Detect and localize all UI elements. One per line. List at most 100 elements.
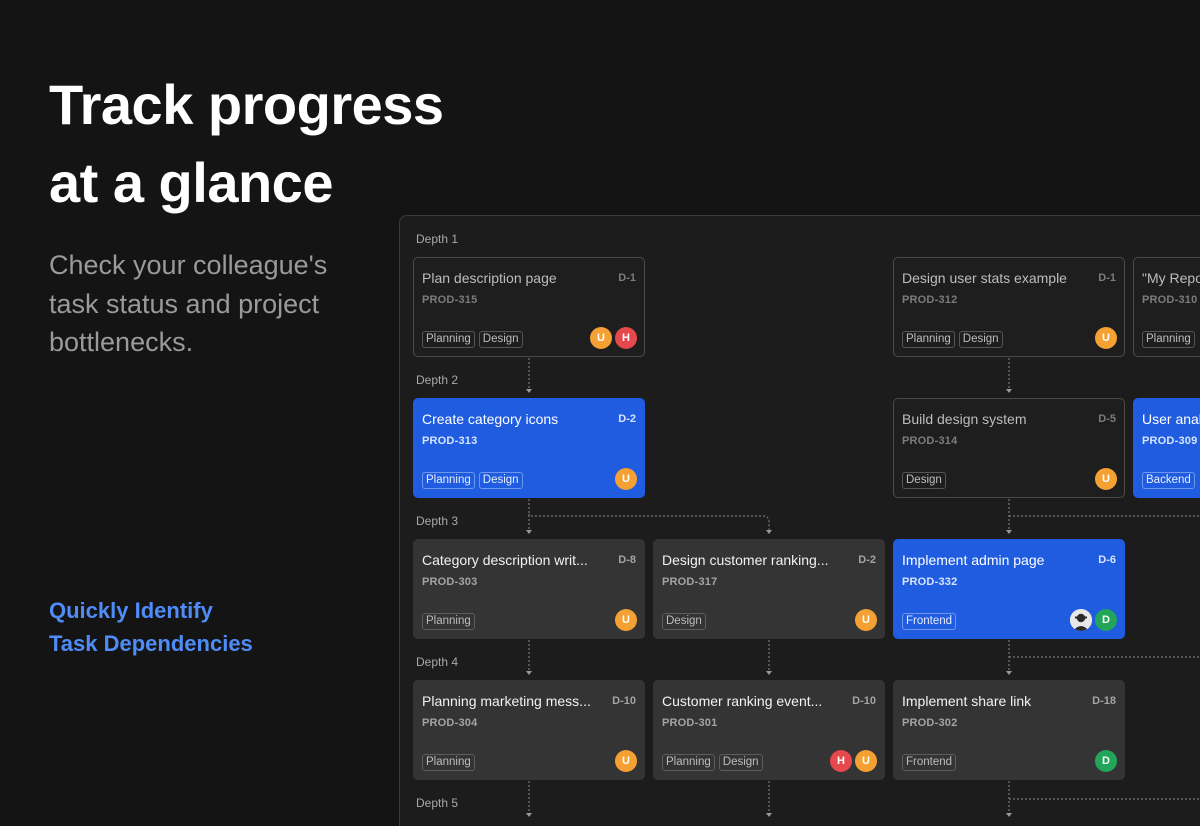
due-badge: D-5 [1098, 413, 1116, 425]
task-card[interactable]: Design user stats example D-1 PROD-312 Plan… [893, 257, 1125, 357]
avatar[interactable]: D [1095, 750, 1117, 772]
subtitle-line-2: task status and project [49, 288, 320, 319]
depth-label: Depth 3 [416, 514, 459, 528]
callout-line-1: Quickly Identify [49, 598, 213, 623]
avatar[interactable]: H [615, 327, 637, 349]
task-id: PROD-312 [902, 294, 958, 306]
task-tag[interactable]: Planning [422, 754, 475, 771]
task-tag[interactable]: Design [662, 613, 706, 630]
due-badge: D-6 [1098, 554, 1116, 566]
task-id: PROD-310 [1142, 294, 1198, 306]
due-badge: D-2 [618, 413, 636, 425]
task-id: PROD-303 [422, 576, 478, 588]
task-id: PROD-301 [662, 717, 718, 729]
due-badge: D-2 [858, 554, 876, 566]
task-card[interactable]: Create category icons D-2 PROD-313 Planning… [413, 398, 645, 498]
avatar[interactable]: H [830, 750, 852, 772]
avatar[interactable]: U [855, 609, 877, 631]
tag-list: Planning [422, 754, 475, 771]
task-tag[interactable]: Frontend [902, 613, 957, 630]
task-id: PROD-313 [422, 435, 478, 447]
due-badge: D-10 [852, 695, 876, 707]
depth-label: Depth 2 [416, 373, 459, 387]
due-badge: D-8 [618, 554, 636, 566]
task-tag[interactable]: Planning [902, 331, 955, 348]
tag-list: Frontend [902, 754, 957, 771]
avatar[interactable]: U [590, 327, 612, 349]
task-card[interactable]: User anal PROD-309 Backend [1133, 398, 1200, 498]
avatar[interactable]: D [1095, 609, 1117, 631]
subtitle-line-1: Check your colleague's [49, 250, 328, 280]
due-badge: D-18 [1092, 695, 1116, 707]
task-card[interactable]: Build design system D-5 PROD-314 Design U [893, 398, 1125, 498]
task-card[interactable]: "My Repo PROD-310 Planning [1133, 257, 1200, 357]
user-photo-icon [1070, 609, 1092, 631]
due-badge: D-1 [618, 272, 636, 284]
task-title: Design user stats example [902, 270, 1067, 286]
task-tag[interactable]: Frontend [902, 754, 957, 771]
assignee-avatars: D [1095, 750, 1117, 772]
task-tag[interactable]: Planning [1142, 331, 1195, 348]
task-title: Implement admin page [902, 552, 1045, 568]
avatar[interactable] [1070, 609, 1092, 631]
task-tag[interactable]: Planning [422, 331, 475, 348]
tag-list: Planning Design [662, 754, 763, 771]
avatar[interactable]: U [615, 750, 637, 772]
assignee-avatars: D [1070, 609, 1117, 631]
tag-list: Backend [1142, 472, 1195, 489]
avatar[interactable]: U [615, 609, 637, 631]
assignee-avatars: U [1095, 327, 1117, 349]
task-id: PROD-304 [422, 717, 478, 729]
tag-list: Design [902, 472, 946, 489]
due-badge: D-10 [612, 695, 636, 707]
avatar[interactable]: U [855, 750, 877, 772]
assignee-avatars: UH [590, 327, 637, 349]
task-card[interactable]: Customer ranking event... D-10 PROD-301 Pla… [653, 680, 885, 780]
task-id: PROD-302 [902, 717, 958, 729]
task-tag[interactable]: Design [958, 331, 1003, 348]
task-title: Implement share link [902, 693, 1032, 709]
task-title: Planning marketing mess... [422, 693, 591, 709]
task-id: PROD-332 [902, 576, 958, 588]
avatar[interactable]: U [615, 468, 637, 490]
task-tag[interactable]: Design [478, 472, 523, 489]
dependency-board: Depth 1 Depth 2 Depth 3 Depth 4 Depth 5 Plan … [399, 215, 1200, 826]
task-title: Create category icons [422, 411, 559, 427]
assignee-avatars: U [615, 468, 637, 490]
task-card[interactable]: Plan description page D-1 PROD-315 Planning… [413, 257, 645, 357]
task-title: Design customer ranking... [662, 552, 829, 568]
task-title: "My Repo [1142, 270, 1200, 286]
tag-list: Planning Design [422, 472, 523, 489]
task-card[interactable]: Category description writ... D-8 PROD-303 P… [413, 539, 645, 639]
avatar[interactable]: U [1095, 327, 1117, 349]
task-tag[interactable]: Design [718, 754, 763, 771]
task-tag[interactable]: Planning [662, 754, 715, 771]
depth-label: Depth 4 [416, 655, 459, 669]
task-card[interactable]: Planning marketing mess... D-10 PROD-304 Pl… [413, 680, 645, 780]
depth-label: Depth 1 [416, 232, 459, 246]
task-title: Build design system [902, 411, 1027, 427]
task-card[interactable]: Implement admin page D-6 PROD-332 Frontend D [893, 539, 1125, 639]
tag-list: Planning [422, 613, 475, 630]
task-card[interactable]: Design customer ranking... D-2 PROD-317 Des… [653, 539, 885, 639]
avatar[interactable]: U [1095, 468, 1117, 490]
task-tag[interactable]: Design [902, 472, 946, 489]
task-tag[interactable]: Backend [1142, 472, 1195, 489]
tag-list: Design [662, 613, 706, 630]
task-id: PROD-314 [902, 435, 958, 447]
tag-list: Planning [1142, 331, 1195, 348]
subtitle-line-3: bottlenecks. [49, 327, 194, 357]
task-tag[interactable]: Planning [422, 613, 475, 630]
tag-list: Planning Design [902, 331, 1003, 348]
task-id: PROD-309 [1142, 435, 1198, 447]
task-tag[interactable]: Planning [422, 472, 475, 489]
page-headline: Track progress at a glance [49, 66, 444, 222]
task-card[interactable]: Implement share link D-18 PROD-302 Frontend… [893, 680, 1125, 780]
task-title: User anal [1142, 411, 1200, 427]
task-tag[interactable]: Design [478, 331, 523, 348]
assignee-avatars: U [1095, 468, 1117, 490]
assignee-avatars: HU [830, 750, 877, 772]
due-badge: D-1 [1098, 272, 1116, 284]
headline-line-1: Track progress [49, 73, 444, 136]
assignee-avatars: U [855, 609, 877, 631]
